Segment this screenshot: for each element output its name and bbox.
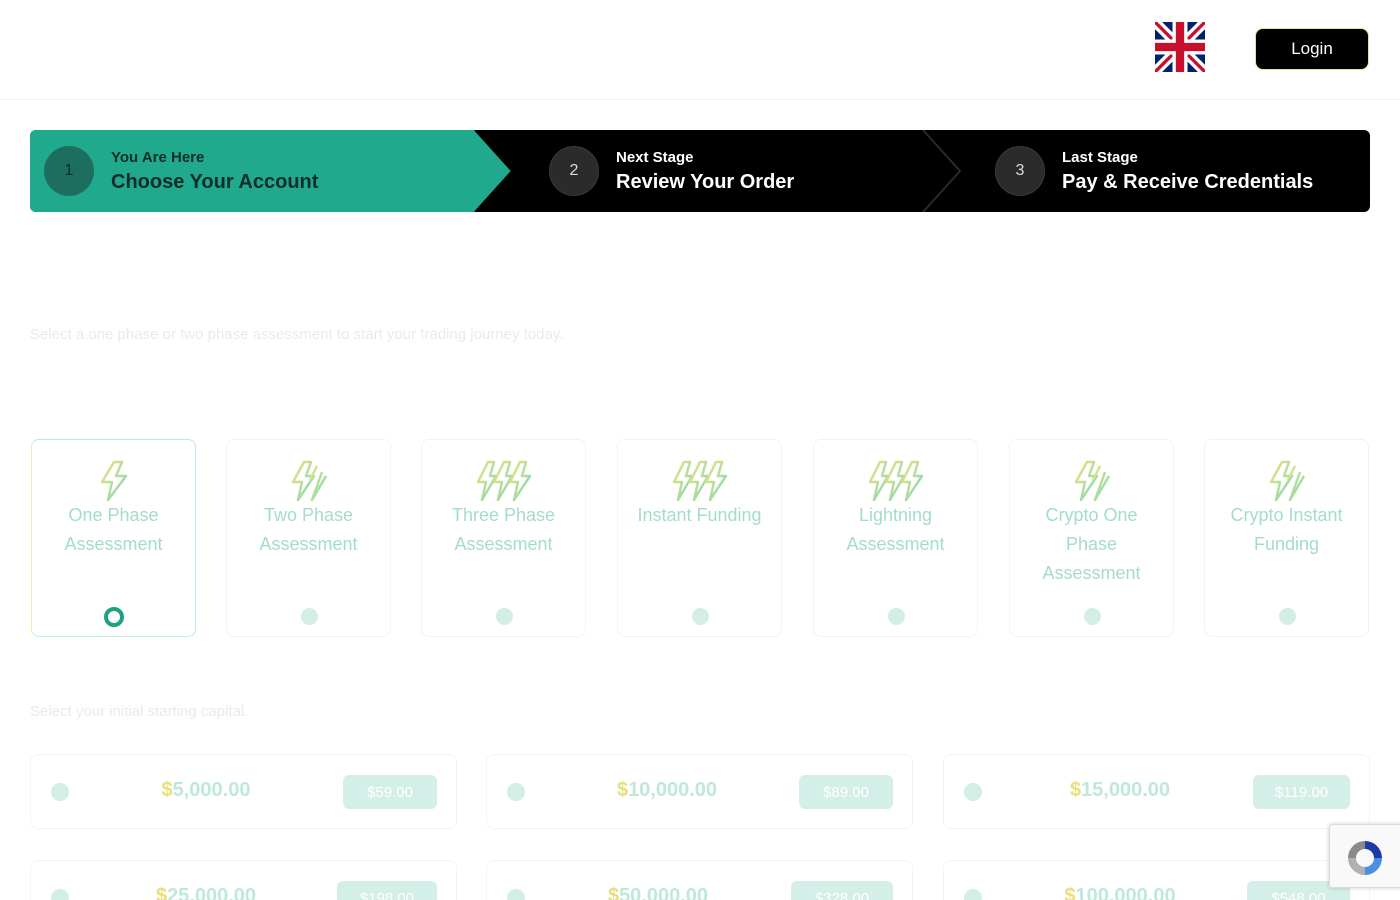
capital-radio[interactable]	[507, 783, 525, 801]
lightning-double-icon	[1071, 460, 1113, 507]
card-instant-funding[interactable]: Instant Funding	[617, 439, 782, 637]
capital-price-badge: $119.00	[1253, 775, 1350, 809]
card-radio[interactable]	[691, 608, 709, 625]
step-review-order: 2 Next Stage Review Your Order	[549, 130, 794, 212]
step-title: Pay & Receive Credentials	[1062, 170, 1314, 193]
lightning-triple-icon	[670, 460, 730, 507]
card-radio[interactable]	[1083, 608, 1101, 625]
step-title: Choose Your Account	[111, 170, 319, 193]
header: Login	[0, 0, 1400, 100]
capital-price-badge: $328.00	[791, 881, 893, 900]
lightning-triple-icon	[474, 460, 534, 507]
capital-amount: $15,000.00	[1069, 779, 1171, 801]
capital-option[interactable]: $50,000.00 $328.00	[486, 860, 913, 900]
capital-prompt: Select your initial starting capital.	[30, 703, 249, 720]
card-title: Crypto One Phase Assessment	[1042, 505, 1141, 583]
step-title: Review Your Order	[616, 170, 795, 193]
capital-radio[interactable]	[507, 889, 525, 900]
card-title: Three Phase Assessment	[451, 505, 556, 554]
capital-amount: $10,000.00	[616, 779, 718, 801]
capital-price-badge: $59.00	[343, 775, 437, 809]
capital-option[interactable]: $100,000.00 $548.00	[943, 860, 1370, 900]
card-crypto-instant-funding[interactable]: Crypto Instant Funding	[1204, 439, 1369, 637]
step-number: 2	[549, 146, 599, 196]
lightning-triple-icon	[866, 460, 926, 507]
card-one-phase-assessment[interactable]: One Phase Assessment	[31, 439, 196, 637]
card-title: Instant Funding	[637, 505, 762, 525]
capital-amount: $100,000.00	[1064, 885, 1176, 900]
capital-radio[interactable]	[51, 783, 69, 801]
step-caption: You Are Here	[111, 148, 205, 166]
card-radio[interactable]	[1278, 608, 1296, 625]
card-title: Two Phase Assessment	[259, 505, 358, 554]
lightning-double-icon	[288, 460, 330, 507]
card-crypto-one-phase-assessment[interactable]: Crypto One Phase Assessment	[1009, 439, 1174, 637]
step-choose-account: 1 You Are Here Choose Your Account	[44, 130, 318, 212]
card-two-phase-assessment[interactable]: Two Phase Assessment	[226, 439, 391, 637]
step-pay: 3 Last Stage Pay & Receive Credentials	[995, 130, 1313, 212]
capital-option[interactable]: $5,000.00 $59.00	[30, 754, 457, 829]
recaptcha-badge[interactable]	[1329, 824, 1400, 888]
lightning-single-icon	[94, 460, 134, 507]
recaptcha-icon	[1348, 841, 1382, 875]
card-radio[interactable]	[300, 608, 318, 625]
card-radio[interactable]	[495, 608, 513, 625]
uk-flag-icon[interactable]	[1155, 22, 1205, 72]
card-radio-selected[interactable]	[103, 607, 124, 627]
capital-radio[interactable]	[51, 889, 69, 900]
step-number: 3	[995, 146, 1045, 196]
capital-option[interactable]: $25,000.00 $198.00	[30, 860, 457, 900]
card-title: Lightning Assessment	[846, 505, 945, 554]
capital-price-badge: $89.00	[799, 775, 893, 809]
step-caption: Last Stage	[1062, 148, 1138, 166]
card-radio[interactable]	[887, 608, 905, 625]
capital-option[interactable]: $15,000.00 $119.00	[943, 754, 1370, 829]
step-number: 1	[44, 146, 94, 196]
capital-radio[interactable]	[964, 783, 982, 801]
capital-amount: $50,000.00	[607, 885, 709, 900]
capital-price-badge: $198.00	[337, 881, 437, 900]
card-title: Crypto Instant Funding	[1230, 505, 1343, 554]
capital-radio[interactable]	[964, 889, 982, 900]
login-button[interactable]: Login	[1255, 28, 1369, 70]
card-lightning-assessment[interactable]: Lightning Assessment	[813, 439, 978, 637]
card-three-phase-assessment[interactable]: Three Phase Assessment	[421, 439, 586, 637]
lightning-double-icon	[1266, 460, 1308, 507]
assessment-prompt: Select a one phase or two phase assessme…	[30, 326, 564, 343]
capital-amount: $25,000.00	[155, 885, 257, 900]
capital-option[interactable]: $10,000.00 $89.00	[486, 754, 913, 829]
step-caption: Next Stage	[616, 148, 694, 166]
card-title: One Phase Assessment	[64, 505, 163, 554]
checkout-stepper: 1 You Are Here Choose Your Account 2 Nex…	[30, 130, 1370, 212]
capital-amount: $5,000.00	[161, 779, 251, 801]
